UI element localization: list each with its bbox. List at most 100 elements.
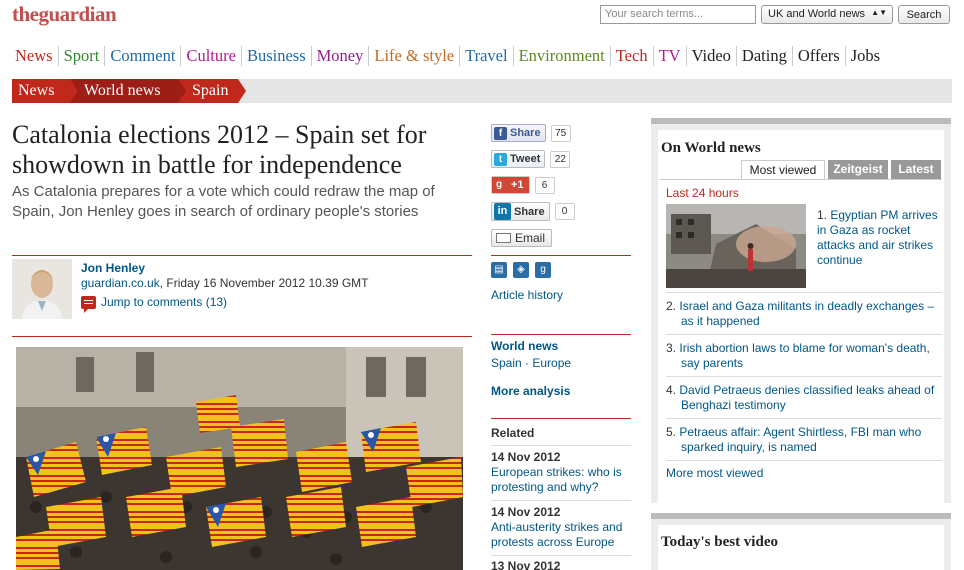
article-photo-catalan-flags — [16, 347, 463, 570]
item-title: Irish abortion laws to blame for woman's… — [679, 341, 930, 370]
author-avatar[interactable] — [12, 259, 72, 319]
article-meta: guardian.co.uk, Friday 16 November 2012 … — [81, 276, 369, 290]
share-icon[interactable]: ◈ — [513, 262, 529, 278]
gplus-count: 6 — [534, 176, 555, 194]
search-input[interactable]: Your search terms... — [600, 5, 756, 24]
google-icon: g — [492, 177, 506, 193]
linkedin-share-count: 0 — [554, 203, 575, 220]
breadcrumb-label: Spain — [192, 82, 229, 99]
google-bookmark-icon[interactable]: g — [535, 262, 551, 278]
tweet-count: 22 — [550, 150, 571, 168]
comments-link-label: Jump to comments (13) — [101, 295, 228, 309]
related-date: 14 Nov 2012 — [491, 505, 561, 519]
edition-select[interactable]: UK and World news ▲▼ — [761, 5, 893, 24]
jump-to-comments-link[interactable]: Jump to comments (13) — [81, 295, 228, 313]
more-analysis-link[interactable]: More analysis — [491, 384, 570, 398]
most-viewed-item[interactable]: 3. Irish abortion laws to blame for woma… — [666, 341, 942, 371]
facebook-share-count: 75 — [550, 124, 571, 142]
email-label: Email — [515, 231, 546, 245]
nav-business[interactable]: Business — [240, 46, 311, 66]
most-viewed-item[interactable]: 4. David Petraeus denies classified leak… — [666, 383, 942, 413]
divider — [491, 255, 631, 256]
logo-the: the — [12, 2, 39, 26]
tag-links: Spain · Europe — [491, 356, 571, 370]
nav-news[interactable]: News — [11, 46, 58, 66]
divider — [491, 334, 631, 335]
facebook-share-button[interactable]: f Share — [491, 124, 546, 142]
article-tools: ▤ ◈ g — [491, 262, 551, 278]
breadcrumb-world-news[interactable]: World news — [70, 79, 186, 103]
gplus-button[interactable]: g +1 — [491, 176, 530, 194]
nav-tech[interactable]: Tech — [609, 46, 653, 66]
most-viewed-item[interactable]: 2. Israel and Gaza militants in deadly e… — [666, 299, 942, 329]
twitter-bird-icon: t — [494, 152, 507, 166]
comment-icon — [81, 295, 96, 313]
author-name[interactable]: Jon Henley — [81, 261, 145, 275]
tab-most-viewed[interactable]: Most viewed — [741, 160, 825, 180]
item-title: David Petraeus denies classified leaks a… — [679, 383, 935, 412]
divider — [666, 292, 942, 293]
more-most-viewed-link[interactable]: More most viewed — [666, 466, 763, 480]
divider — [666, 418, 942, 419]
europe-link[interactable]: Europe — [532, 356, 571, 370]
world-news-link[interactable]: World news — [491, 339, 558, 353]
nav-dating[interactable]: Dating — [735, 46, 792, 66]
tweet-button[interactable]: t Tweet — [491, 150, 546, 168]
item-number: 2. — [666, 299, 677, 313]
search-button[interactable]: Search — [898, 5, 950, 24]
divider — [12, 255, 472, 256]
breadcrumb-spain[interactable]: Spain — [178, 79, 246, 103]
print-icon[interactable]: ▤ — [491, 262, 507, 278]
related-heading: Related — [491, 426, 535, 440]
divider — [491, 555, 631, 556]
email-share[interactable]: Email — [491, 229, 553, 247]
tab-latest[interactable]: Latest — [891, 160, 941, 180]
linkedin-share-label: Share — [514, 205, 545, 218]
divider — [491, 500, 631, 501]
nav-sport[interactable]: Sport — [57, 46, 105, 66]
tab-zeitgeist[interactable]: Zeitgeist — [828, 160, 888, 180]
article-headline: Catalonia elections 2012 – Spain set for… — [12, 120, 427, 179]
article-history-link[interactable]: Article history — [491, 288, 563, 302]
spain-link[interactable]: Spain — [491, 356, 522, 370]
divider — [491, 445, 631, 446]
divider — [491, 418, 631, 419]
email-button[interactable]: Email — [491, 229, 553, 247]
item-number: 3. — [666, 341, 677, 355]
related-link[interactable]: Anti-austerity strikes and protests acro… — [491, 520, 631, 550]
linkedin-share[interactable]: in Share 0 — [491, 202, 575, 221]
facebook-icon: f — [494, 126, 507, 140]
nav-video[interactable]: Video — [685, 46, 736, 66]
nav-comment[interactable]: Comment — [104, 46, 180, 66]
nav-jobs[interactable]: Jobs — [844, 46, 885, 66]
twitter-share[interactable]: t Tweet 22 — [491, 150, 571, 168]
divider — [666, 460, 942, 461]
period-label: Last 24 hours — [666, 186, 739, 200]
nav-travel[interactable]: Travel — [459, 46, 512, 66]
item-number: 4. — [666, 383, 677, 397]
breadcrumb-label: News — [18, 82, 55, 99]
most-viewed-item[interactable]: 1. Egyptian PM arrives in Gaza as rocket… — [817, 208, 941, 268]
source-link[interactable]: guardian.co.uk — [81, 276, 160, 290]
nav-money[interactable]: Money — [310, 46, 369, 66]
nav-culture[interactable]: Culture — [180, 46, 241, 66]
most-viewed-thumbnail[interactable] — [666, 204, 806, 288]
breadcrumb-news[interactable]: News — [12, 79, 78, 103]
article-date: , Friday 16 November 2012 10.39 GMT — [159, 276, 369, 290]
related-date: 13 Nov 2012 — [491, 559, 561, 570]
nav-life-style[interactable]: Life & style — [368, 46, 459, 66]
guardian-logo[interactable]: theguardian — [12, 2, 117, 27]
nav-offers[interactable]: Offers — [791, 46, 845, 66]
gplus-share[interactable]: g +1 6 — [491, 176, 555, 194]
nav-tv[interactable]: TV — [652, 46, 686, 66]
most-viewed-item[interactable]: 5. Petraeus affair: Agent Shirtless, FBI… — [666, 425, 942, 455]
envelope-icon — [496, 233, 511, 243]
edition-label: UK and World news — [768, 8, 866, 20]
facebook-share[interactable]: f Share 75 — [491, 124, 571, 142]
nav-environment[interactable]: Environment — [512, 46, 610, 66]
logo-guardian: guardian — [38, 2, 117, 26]
related-link[interactable]: European strikes: who is protesting and … — [491, 465, 631, 495]
chevron-updown-icon: ▲▼ — [871, 8, 887, 17]
divider — [666, 334, 942, 335]
linkedin-share-button[interactable]: in Share — [491, 202, 550, 221]
